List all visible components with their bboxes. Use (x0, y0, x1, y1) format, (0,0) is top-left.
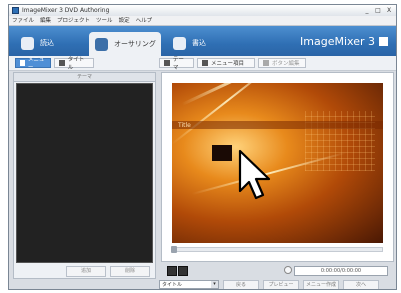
tab-write[interactable]: 書込 (167, 31, 237, 55)
theme-panel-header: テーマ (14, 73, 155, 82)
tab-authoring[interactable]: オーサリング (89, 32, 161, 56)
delete-button[interactable]: 削除 (110, 266, 150, 277)
theme-label: テーマ (172, 57, 184, 71)
tab-import[interactable]: 読込 (15, 31, 85, 55)
menu-view-button[interactable]: メニュー (15, 57, 51, 71)
menu-view-icon (20, 60, 25, 66)
bottom-bar: タイトル ▾ 戻る プレビュー メニュー作成 次へ (159, 280, 396, 289)
app-icon (12, 7, 19, 14)
window-controls: _ □ X (363, 7, 393, 14)
back-button[interactable]: 戻る (223, 280, 259, 289)
add-button[interactable]: 追加 (66, 266, 106, 277)
theme-panel: テーマ 追加 削除 (13, 72, 156, 279)
app-logo: ImageMixer 3 (300, 35, 388, 48)
title-view-label: タイトル (67, 57, 85, 71)
menu-button-thumbnail[interactable] (212, 145, 232, 161)
menu-edit[interactable]: 編集 (40, 16, 51, 25)
app-window: ImageMixer 3 DVD Authoring _ □ X ファイル 編集… (8, 4, 397, 290)
button-edit-icon (263, 60, 269, 66)
menu-item-button[interactable]: メニュー項目 (197, 58, 255, 68)
next-button[interactable]: 次へ (343, 280, 379, 289)
theme-panel-buttons: 追加 削除 (14, 266, 155, 277)
create-menu-button[interactable]: メニュー作成 (303, 280, 339, 289)
theme-button[interactable]: テーマ (159, 57, 194, 71)
light-streak (172, 83, 283, 145)
authoring-icon (95, 37, 108, 51)
theme-icon (164, 60, 170, 66)
record-indicator-icon[interactable] (284, 266, 292, 274)
minimize-button[interactable]: _ (363, 7, 371, 14)
menu-help[interactable]: ヘルプ (136, 16, 153, 25)
close-button[interactable]: X (385, 7, 393, 14)
write-disc-icon (173, 36, 186, 50)
button-edit-button[interactable]: ボタン編集 (258, 58, 306, 68)
toolbar: メニュー タイトル テーマ メニュー項目 ボタン編集 (9, 56, 396, 71)
logo-text: ImageMixer 3 (300, 35, 375, 48)
title-view-icon (59, 60, 65, 66)
menu-tools[interactable]: ツール (96, 16, 113, 25)
tab-authoring-label: オーサリング (114, 40, 156, 48)
maximize-button[interactable]: □ (374, 7, 382, 14)
scrubber-handle[interactable] (171, 246, 177, 253)
tab-import-label: 読込 (40, 39, 54, 47)
chapter-icon[interactable] (167, 266, 177, 276)
timecode-display: 0:00:00/0:00:00 (294, 266, 388, 276)
button-edit-label: ボタン編集 (272, 61, 300, 67)
title-select-value: タイトル (162, 282, 183, 288)
title-band (172, 121, 383, 129)
tab-write-label: 書込 (192, 39, 206, 47)
logo-mark-icon (379, 37, 388, 46)
menu-view-label: メニュー (27, 57, 45, 71)
window-title: ImageMixer 3 DVD Authoring (22, 7, 110, 14)
preview-button[interactable]: プレビュー (263, 280, 299, 289)
menu-bar: ファイル 編集 プロジェクト ツール 設定 ヘルプ (9, 16, 396, 26)
menu-file[interactable]: ファイル (12, 16, 34, 25)
preview-title-text[interactable]: Title (178, 122, 191, 129)
playback-controls: 0:00:00/0:00:00 (161, 265, 394, 277)
menu-project[interactable]: プロジェクト (57, 16, 90, 25)
import-icon (21, 36, 34, 50)
mode-bar: 読込 オーサリング 書込 ImageMixer 3 (9, 26, 396, 56)
mouse-cursor-icon (238, 149, 271, 200)
background-grid (305, 111, 375, 171)
menu-settings[interactable]: 設定 (119, 16, 130, 25)
title-view-button[interactable]: タイトル (54, 57, 94, 71)
theme-list[interactable] (16, 83, 153, 263)
title-select[interactable]: タイトル ▾ (159, 280, 219, 289)
menu-item-label: メニュー項目 (211, 61, 245, 67)
preview-scrubber[interactable] (171, 246, 383, 253)
chevron-down-icon[interactable]: ▾ (211, 281, 218, 288)
menu-item-icon (202, 60, 208, 66)
flag-icon[interactable] (178, 266, 188, 276)
